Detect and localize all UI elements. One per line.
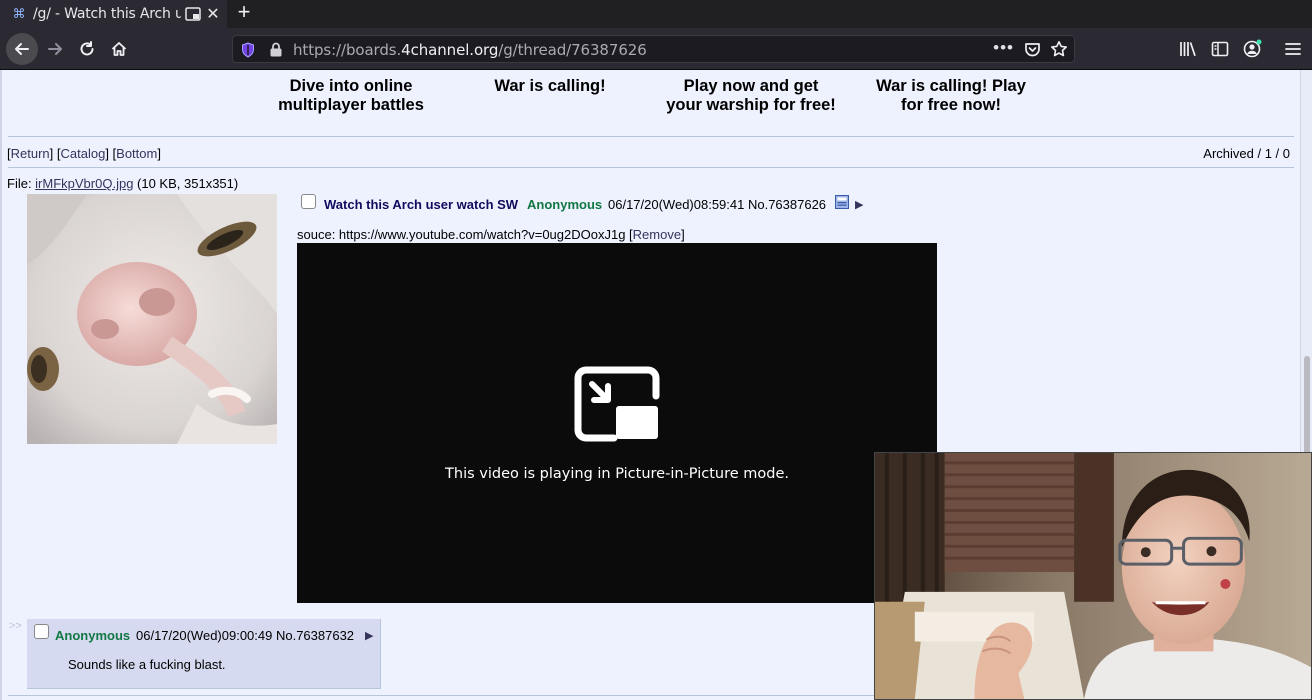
op-datetime-postnumber[interactable]: 06/17/20(Wed)08:59:41 No.76387626 [608,197,826,212]
archived-status: Archived / 1 / 0 [1203,146,1290,161]
home-icon [111,42,127,56]
file-link[interactable]: irMFkpVbr0Q.jpg [35,176,133,191]
hamburger-menu-icon[interactable] [1283,39,1303,59]
bottom-link[interactable]: Bottom [116,146,157,161]
ad-text-1[interactable]: Dive into online multiplayer battles [276,77,426,115]
reply-indicator: >> [9,620,22,632]
op-poster-name: Anonymous [527,197,603,212]
pocket-icon[interactable] [1024,41,1041,58]
forward-button[interactable] [40,34,70,64]
reply-poster-name: Anonymous [55,628,131,643]
embedded-video-player[interactable]: This video is playing in Picture-in-Pict… [297,243,937,603]
navigation-toolbar: https://boards.4channel.org/g/thread/763… [0,28,1312,70]
address-bar[interactable]: https://boards.4channel.org/g/thread/763… [232,35,1075,63]
op-subject: Watch this Arch user watch SW [324,197,519,212]
archive-icon [835,195,849,209]
post-menu-arrow-icon[interactable]: ▶ [855,198,863,211]
op-thumbnail-image[interactable] [27,194,277,444]
post-menu-arrow-icon[interactable]: ▶ [365,629,373,642]
forward-arrow-icon [48,43,62,55]
page-left-border [0,70,2,700]
picture-in-picture-window[interactable] [874,452,1312,700]
account-icon[interactable] [1242,39,1262,59]
home-button[interactable] [104,34,134,64]
4chan-favicon-icon: ⌘ [12,6,26,21]
remove-embed-link[interactable]: Remove [633,227,681,242]
back-arrow-icon [15,43,29,55]
bookmark-star-icon[interactable] [1050,40,1068,58]
page-actions-menu-icon[interactable]: ••• [993,38,1014,58]
divider [8,167,1294,168]
file-info: File: irMFkpVbr0Q.jpg (10 KB, 351x351) [7,176,239,191]
picture-in-picture-icon [574,366,660,442]
ad-text-3[interactable]: Play now and get your warship for free! [660,77,842,115]
op-post-checkbox[interactable] [301,194,316,209]
ad-text-4[interactable]: War is calling! Play for free now! [868,77,1034,115]
back-button[interactable] [6,33,38,65]
reload-button[interactable] [72,34,102,64]
reload-icon [80,41,94,56]
active-tab[interactable]: ⌘ /g/ - Watch this Arch user watch SW ✕ [0,0,227,28]
reply-comment: Sounds like a fucking blast. [68,657,226,672]
picture-in-picture-tab-icon[interactable] [185,7,201,21]
reply-post: Anonymous 06/17/20(Wed)09:00:49 No.76387… [27,619,381,689]
divider [8,136,1294,137]
tab-strip: ⌘ /g/ - Watch this Arch user watch SW ✕ … [0,0,1312,28]
thread-nav-links: [Return] [Catalog] [Bottom] [7,146,161,161]
catalog-link[interactable]: Catalog [61,146,106,161]
ad-text-2[interactable]: War is calling! [480,77,620,96]
reply-post-checkbox[interactable] [34,624,49,639]
close-tab-icon[interactable]: ✕ [205,4,221,24]
url-text: https://boards.4channel.org/g/thread/763… [293,41,647,59]
op-comment: souce: https://www.youtube.com/watch?v=0… [297,227,685,242]
tracking-protection-shield-icon[interactable] [241,42,255,58]
new-tab-button[interactable]: + [233,1,255,24]
pip-mode-message: This video is playing in Picture-in-Pict… [445,466,789,482]
library-icon[interactable] [1178,39,1198,59]
tab-title: /g/ - Watch this Arch user watch SW [33,6,181,22]
lock-icon[interactable] [269,42,283,57]
reply-datetime-postnumber[interactable]: 06/17/20(Wed)09:00:49 No.76387632 [136,628,354,643]
return-link[interactable]: Return [11,146,50,161]
sidebar-icon[interactable] [1210,39,1230,59]
